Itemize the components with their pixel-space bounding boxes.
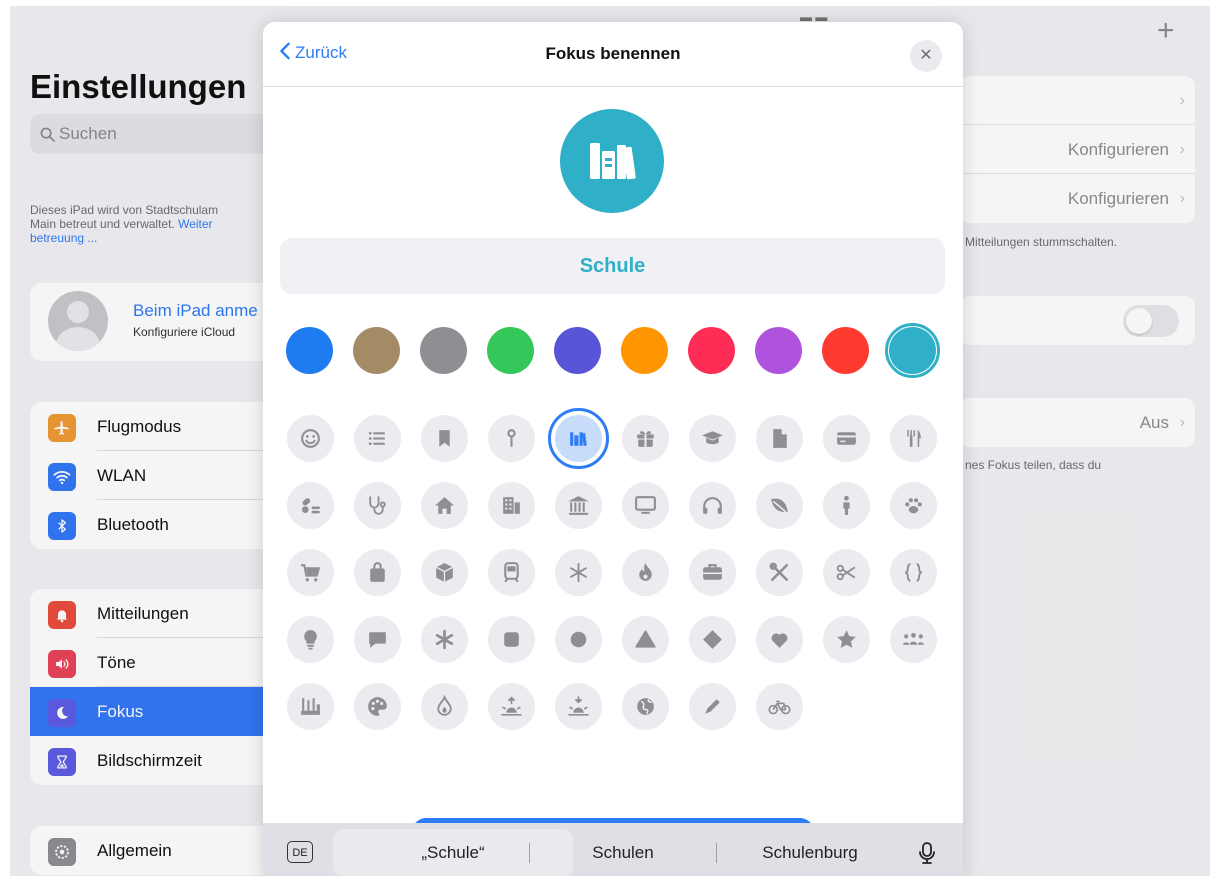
leaf-icon[interactable] <box>756 482 803 529</box>
building-icon[interactable] <box>488 482 535 529</box>
wrench-screwdriver-icon[interactable] <box>756 549 803 596</box>
microphone-icon[interactable] <box>918 841 936 870</box>
sunset-icon[interactable] <box>555 683 602 730</box>
palette-icon[interactable] <box>354 683 401 730</box>
cart-icon[interactable] <box>287 549 334 596</box>
pills-icon[interactable] <box>287 482 334 529</box>
gift-icon[interactable] <box>622 415 669 462</box>
bank-icon[interactable] <box>555 482 602 529</box>
suggestion-quoted[interactable]: „Schule“ <box>333 829 573 876</box>
suggestion-2[interactable]: Schulen <box>538 823 708 876</box>
diamond-icon[interactable] <box>689 616 736 663</box>
lightbulb-icon[interactable] <box>287 616 334 663</box>
focus-name-input[interactable]: Schule <box>280 238 945 294</box>
list-icon[interactable] <box>354 415 401 462</box>
color-swatch-green[interactable] <box>487 327 534 374</box>
pencil-icon[interactable] <box>689 683 736 730</box>
stethoscope-icon[interactable] <box>354 482 401 529</box>
shopping-bag-icon[interactable] <box>354 549 401 596</box>
selected-color-ring <box>885 323 940 378</box>
bookmark-icon[interactable] <box>421 415 468 462</box>
close-icon: ✕ <box>919 47 933 64</box>
heart-icon[interactable] <box>756 616 803 663</box>
paw-icon[interactable] <box>890 482 937 529</box>
focus-preview-icon <box>560 109 664 213</box>
circle-icon[interactable] <box>555 616 602 663</box>
color-swatch-blue[interactable] <box>286 327 333 374</box>
fokus-benennen-sheet: Zurück Fokus benennen ✕ Schule <box>263 22 963 876</box>
cube-icon[interactable] <box>421 549 468 596</box>
color-swatch-brown[interactable] <box>353 327 400 374</box>
sheet-title: Fokus benennen <box>545 44 681 63</box>
bicycle-icon[interactable] <box>756 683 803 730</box>
sunrise-icon[interactable] <box>488 683 535 730</box>
flame-icon[interactable] <box>622 549 669 596</box>
speech-bubble-icon[interactable] <box>354 616 401 663</box>
document-icon[interactable] <box>756 415 803 462</box>
ipad-screen: Einstellungen Suchen Dieses iPad wird vo… <box>10 6 1210 876</box>
globe-icon[interactable] <box>622 683 669 730</box>
desktop-icon[interactable] <box>622 482 669 529</box>
briefcase-icon[interactable] <box>689 549 736 596</box>
books-icon[interactable] <box>555 415 602 462</box>
credit-card-icon[interactable] <box>823 415 870 462</box>
tram-icon[interactable] <box>488 549 535 596</box>
close-button[interactable]: ✕ <box>910 40 942 72</box>
triangle-icon[interactable] <box>622 616 669 663</box>
fork-knife-icon[interactable] <box>890 415 937 462</box>
color-swatch-orange[interactable] <box>621 327 668 374</box>
keyboard-language-button[interactable]: DE <box>287 841 313 863</box>
house-icon[interactable] <box>421 482 468 529</box>
smiley-icon[interactable] <box>287 415 334 462</box>
factory-icon[interactable] <box>287 683 334 730</box>
drop-flame-icon[interactable] <box>421 683 468 730</box>
color-swatch-indigo[interactable] <box>554 327 601 374</box>
color-swatch-pink[interactable] <box>688 327 735 374</box>
asterisk-icon[interactable] <box>421 616 468 663</box>
people-icon[interactable] <box>890 616 937 663</box>
headphones-icon[interactable] <box>689 482 736 529</box>
suggestion-3[interactable]: Schulenburg <box>725 823 895 876</box>
keyboard-suggestion-bar: DE „Schule“ Schulen Schulenburg <box>263 823 963 876</box>
sheet-navbar: Zurück Fokus benennen ✕ <box>263 22 963 87</box>
person-icon[interactable] <box>823 482 870 529</box>
graduation-cap-icon[interactable] <box>689 415 736 462</box>
snowflake-icon[interactable] <box>555 549 602 596</box>
books-icon <box>590 143 636 180</box>
star-icon[interactable] <box>823 616 870 663</box>
pin-icon[interactable] <box>488 415 535 462</box>
square-icon[interactable] <box>488 616 535 663</box>
color-swatch-purple[interactable] <box>755 327 802 374</box>
scissors-icon[interactable] <box>823 549 870 596</box>
color-swatch-red[interactable] <box>822 327 869 374</box>
color-swatch-gray[interactable] <box>420 327 467 374</box>
curly-braces-icon[interactable] <box>890 549 937 596</box>
